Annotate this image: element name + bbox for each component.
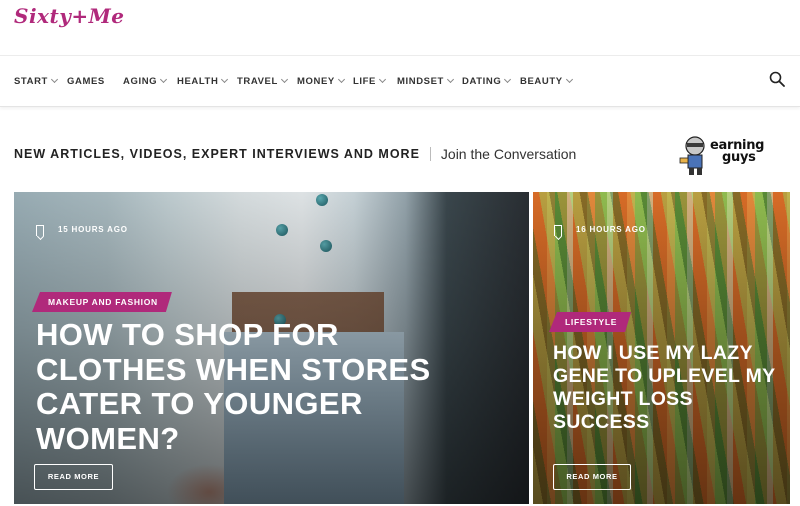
article-card[interactable]: 15 HOURS AGO MAKEUP AND FASHION HOW TO S… <box>14 192 529 504</box>
read-more-button[interactable]: READ MORE <box>34 464 113 490</box>
chevron-down-icon <box>221 75 229 84</box>
article-timestamp: 16 HOURS AGO <box>576 225 646 234</box>
partner-logo-text[interactable]: earning guys <box>710 139 764 164</box>
tagline-bar: NEW ARTICLES, VIDEOS, EXPERT INTERVIEWS … <box>14 146 576 162</box>
article-card[interactable]: 16 HOURS AGO LIFESTYLE HOW I USE MY LAZY… <box>533 192 790 504</box>
join-conversation-link[interactable]: Join the Conversation <box>441 146 576 162</box>
nav-item-travel[interactable]: TRAVEL <box>237 75 288 87</box>
nav-item-aging[interactable]: AGING <box>123 75 168 87</box>
nav-item-mindset[interactable]: MINDSET <box>397 75 454 87</box>
divider <box>429 147 431 161</box>
category-badge[interactable]: MAKEUP AND FASHION <box>32 292 172 312</box>
bookmark-icon[interactable] <box>36 225 44 236</box>
chevron-down-icon <box>50 75 59 84</box>
site-logo[interactable]: Sixty+Me <box>14 4 124 28</box>
nav-item-health[interactable]: HEALTH <box>177 75 229 87</box>
logo-bar: Sixty+Me <box>0 0 800 52</box>
nav-item-money[interactable]: MONEY <box>297 75 345 87</box>
read-more-button[interactable]: READ MORE <box>553 464 631 490</box>
nav-item-games[interactable]: GAMES <box>67 76 105 87</box>
chevron-down-icon <box>446 75 454 84</box>
nav-item-dating[interactable]: DATING <box>462 75 512 87</box>
tagline-text: NEW ARTICLES, VIDEOS, EXPERT INTERVIEWS … <box>14 147 420 161</box>
chevron-down-icon <box>565 75 573 84</box>
category-badge[interactable]: LIFESTYLE <box>549 312 631 332</box>
search-icon[interactable] <box>769 71 785 87</box>
main-navigation: START GAMES AGING HEALTH TRAVEL MONEY LI… <box>0 55 800 107</box>
bookmark-icon[interactable] <box>554 225 562 236</box>
chevron-down-icon <box>337 75 345 84</box>
chevron-down-icon <box>378 75 387 84</box>
nav-item-start[interactable]: START <box>14 75 59 87</box>
nav-item-life[interactable]: LIFE <box>353 75 387 87</box>
chevron-down-icon <box>280 75 288 84</box>
chevron-down-icon <box>160 75 168 84</box>
nav-item-beauty[interactable]: BEAUTY <box>520 75 573 87</box>
chevron-down-icon <box>504 75 512 84</box>
article-title[interactable]: HOW TO SHOP FOR CLOTHES WHEN STORES CATE… <box>36 317 436 456</box>
article-timestamp: 15 HOURS AGO <box>58 225 128 234</box>
article-title[interactable]: HOW I USE MY LAZY GENE TO UPLEVEL MY WEI… <box>553 342 783 434</box>
